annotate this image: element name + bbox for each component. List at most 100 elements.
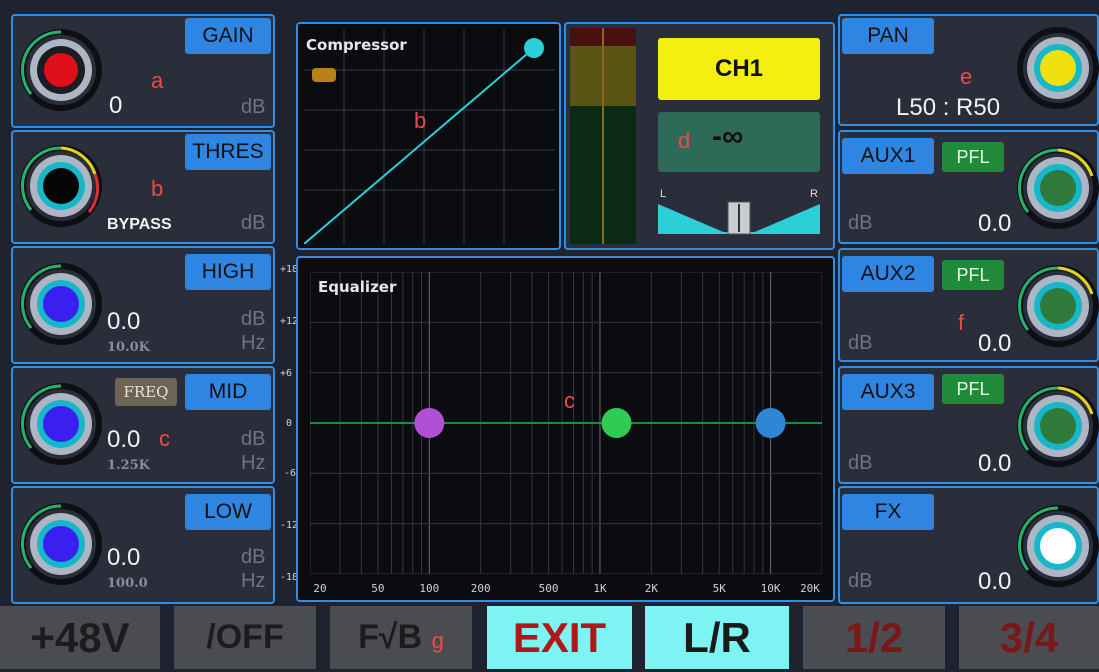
marker-f: f (958, 310, 965, 335)
high-label[interactable]: HIGH (185, 254, 271, 290)
balance-shape (658, 201, 820, 235)
marker-c-eq: c (564, 388, 575, 413)
marker-c-left: c (159, 426, 170, 451)
mid-unit-hz: Hz (241, 452, 266, 474)
mid-unit-db: dB (241, 428, 266, 450)
high-panel: HIGH 0.0 10.0K dB Hz (11, 246, 275, 364)
pan-panel: PAN e L50 : R50 (838, 14, 1099, 126)
threshold-value: BYPASS (107, 216, 172, 233)
pan-label[interactable]: PAN (842, 18, 934, 54)
fx-label[interactable]: FX (842, 494, 934, 530)
low-label[interactable]: LOW (185, 494, 271, 530)
aux3-pfl-button[interactable]: PFL (942, 374, 1004, 404)
fx-panel: FX dB 0.0 (838, 486, 1099, 604)
gain-label[interactable]: GAIN (185, 18, 271, 54)
eq-x-tick: 50 (371, 582, 385, 595)
aux3-label[interactable]: AUX3 (842, 374, 934, 410)
equalizer-title: Equalizer (318, 278, 397, 296)
marker-b-left: b (151, 176, 164, 201)
compressor-panel[interactable]: Compressor b (296, 22, 561, 250)
eq-x-axis: 20 50 100 200 500 1K 2K 5K 10K 20K (310, 582, 822, 598)
aux2-panel: AUX2 PFL f dB 0.0 (838, 248, 1099, 362)
fx-unit: dB (848, 570, 873, 592)
aux1-label[interactable]: AUX1 (842, 138, 934, 174)
level-meter (570, 28, 636, 244)
gain-value: 0 (109, 92, 123, 119)
gain-unit: dB (241, 96, 266, 118)
high-unit-db: dB (241, 308, 266, 330)
phase-button[interactable]: /OFF (174, 606, 316, 669)
gain-knob[interactable] (19, 28, 103, 112)
marker-e: e (960, 64, 973, 89)
fx-knob[interactable] (1016, 504, 1099, 588)
aux3-unit: dB (848, 452, 873, 474)
threshold-knob[interactable] (19, 144, 103, 228)
low-knob[interactable] (19, 502, 103, 586)
mid-knob[interactable] (19, 382, 103, 466)
aux1-knob[interactable] (1016, 146, 1099, 230)
low-unit-db: dB (241, 546, 266, 568)
gain-panel: GAIN a 0 dB (11, 14, 275, 128)
low-panel: LOW 0.0 100.0 dB Hz (11, 486, 275, 604)
eq-x-tick: 100 (419, 582, 440, 595)
aux3-knob[interactable] (1016, 384, 1099, 468)
aux2-pfl-button[interactable]: PFL (942, 260, 1004, 290)
exit-button[interactable]: EXIT (487, 606, 632, 669)
aux2-knob[interactable] (1016, 264, 1099, 348)
high-value: 0.0 (107, 308, 141, 335)
eq-x-tick: 20 (313, 582, 327, 595)
aux3-value: 0.0 (978, 450, 1012, 477)
high-freq: 10.0K (107, 340, 150, 355)
eq-y-tick: -6 (284, 468, 297, 479)
fb-button[interactable]: F√B g (330, 606, 472, 669)
eq-band-high-handle[interactable] (755, 408, 786, 438)
eq-x-tick: 200 (470, 582, 491, 595)
balance-right-label: R (810, 188, 818, 200)
low-unit-hz: Hz (241, 570, 266, 592)
threshold-panel: THRES b BYPASS dB (11, 130, 275, 244)
page-1-2-button[interactable]: 1/2 (803, 606, 945, 669)
fx-value: 0.0 (978, 568, 1012, 595)
aux2-label[interactable]: AUX2 (842, 256, 934, 292)
aux1-pfl-button[interactable]: PFL (942, 142, 1004, 172)
low-freq: 100.0 (107, 576, 148, 591)
freq-button[interactable]: FREQ (115, 378, 177, 406)
eq-x-tick: 2K (644, 582, 658, 595)
mid-panel: FREQ MID 0.0 c 1.25K dB Hz (11, 366, 275, 484)
marker-g: g (431, 628, 444, 653)
equalizer-graph (310, 272, 822, 574)
marker-a: a (151, 68, 164, 93)
aux2-unit: dB (848, 332, 873, 354)
aux1-value: 0.0 (978, 210, 1012, 237)
balance-left-label: L (660, 188, 667, 200)
fb-label: F√B (358, 618, 423, 656)
eq-band-mid-handle[interactable] (601, 408, 632, 438)
eq-x-tick: 1K (593, 582, 607, 595)
high-knob[interactable] (19, 262, 103, 346)
channel-name: CH1 (658, 38, 820, 100)
aux2-value: 0.0 (978, 330, 1012, 357)
aux3-panel: AUX3 PFL dB 0.0 (838, 366, 1099, 484)
compressor-title: Compressor (306, 36, 407, 54)
pan-knob[interactable] (1016, 26, 1099, 110)
balance-control[interactable]: L R (658, 186, 820, 236)
eq-band-low-handle[interactable] (414, 408, 445, 438)
pan-value: L50 : R50 (896, 94, 1001, 121)
eq-x-tick: 500 (538, 582, 559, 595)
page-3-4-button[interactable]: 3/4 (959, 606, 1099, 669)
threshold-label[interactable]: THRES (185, 134, 271, 170)
eq-x-tick: 20K (800, 582, 820, 595)
aux1-panel: AUX1 PFL dB 0.0 (838, 130, 1099, 244)
equalizer-panel[interactable]: Equalizer c 20 50 100 200 500 1K 2K 5K 10K 20K (296, 256, 835, 602)
mid-value: 0.0 (107, 426, 141, 453)
marker-d: d (678, 128, 691, 153)
phantom-power-button[interactable]: +48V (0, 606, 160, 669)
fader-value: -∞ (712, 120, 744, 153)
mid-label[interactable]: MID (185, 374, 271, 410)
eq-y-tick: 0 (286, 418, 293, 429)
aux1-unit: dB (848, 212, 873, 234)
compressor-handle (524, 38, 544, 58)
fader-display: d -∞ (658, 112, 820, 172)
eq-x-tick: 5K (712, 582, 726, 595)
lr-button[interactable]: L/R (645, 606, 789, 669)
